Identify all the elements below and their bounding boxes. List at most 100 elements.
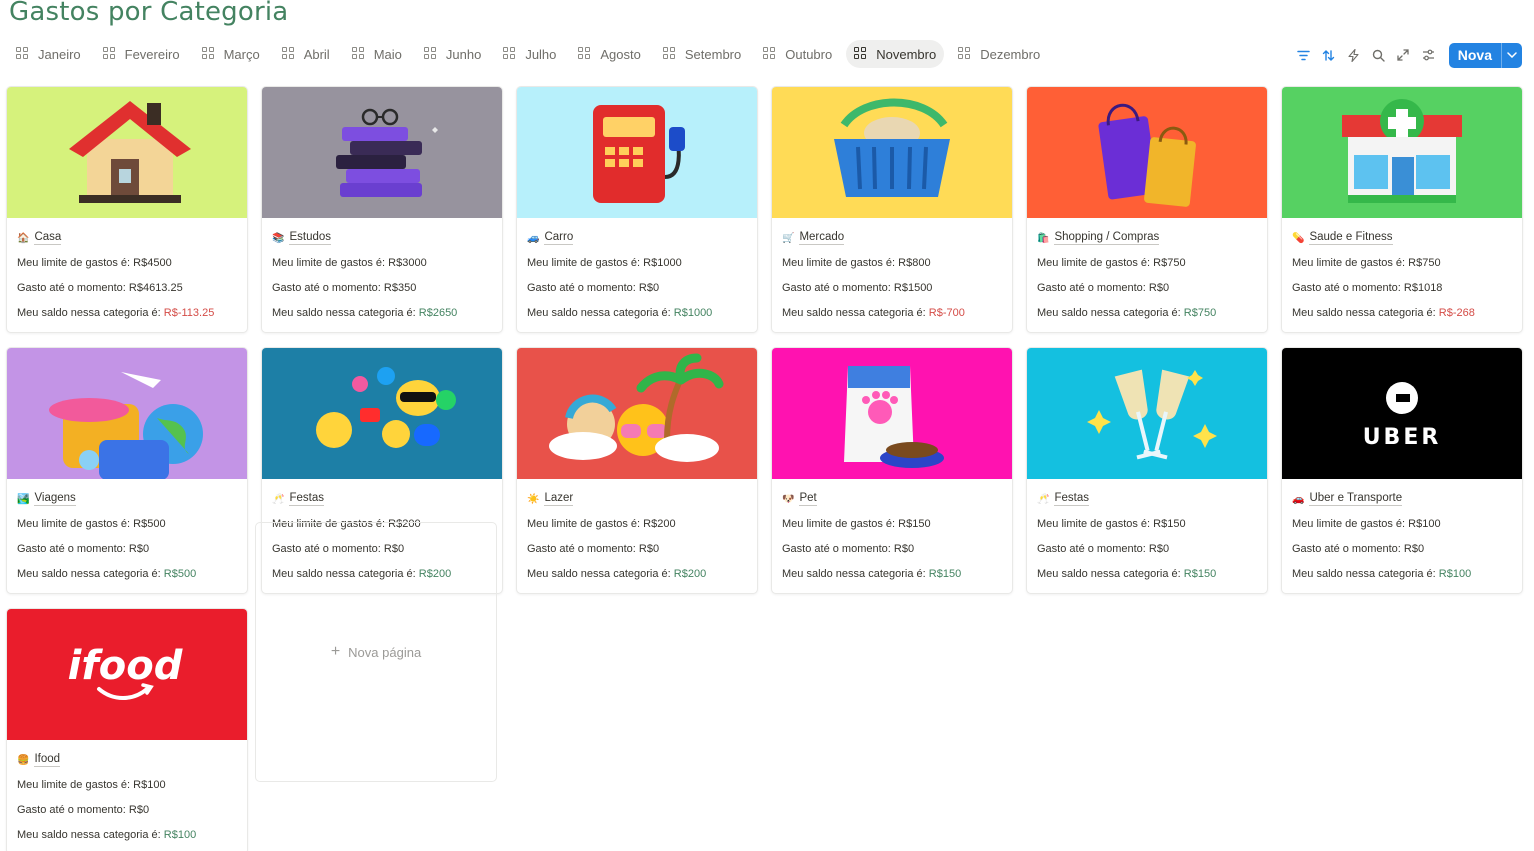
limit-label: Meu limite de gastos é: (1292, 518, 1409, 530)
limit-property: Meu limite de gastos é: R$100 (17, 779, 166, 791)
category-card[interactable]: ☀️ Lazer Meu limite de gastos é: R$200 Gast… (516, 347, 758, 594)
spent-label: Gasto até o momento: (17, 282, 129, 294)
category-card[interactable]: 🏠 Casa Meu limite de gastos é: R$4500 Gasto… (6, 86, 248, 333)
category-card[interactable]: 🚙 Carro Meu limite de gastos é: R$1000 Gast… (516, 86, 758, 333)
spent-label: Gasto até o momento: (1292, 282, 1404, 294)
card-cover-basket (772, 87, 1012, 218)
tab-março[interactable]: Março (194, 40, 268, 68)
petfood-illustration (844, 366, 944, 468)
spent-label: Gasto até o momento: (527, 543, 639, 555)
tab-novembro[interactable]: Novembro (846, 40, 945, 68)
tab-abril[interactable]: Abril (274, 40, 338, 68)
tab-fevereiro[interactable]: Fevereiro (95, 40, 188, 68)
category-emoji-icon: ☀️ (527, 493, 540, 505)
card-title[interactable]: 🐶 Pet (782, 492, 817, 506)
tab-outubro[interactable]: Outubro (755, 40, 840, 68)
new-button[interactable]: Nova (1448, 42, 1522, 68)
beach-illustration (549, 353, 724, 462)
tab-setembro[interactable]: Setembro (655, 40, 749, 68)
category-card[interactable]: 🐶 Pet Meu limite de gastos é: R$150 Gasto a… (771, 347, 1013, 594)
limit-value: R$1000 (643, 257, 682, 269)
card-title[interactable]: 🏞️ Viagens (17, 492, 76, 506)
category-card[interactable]: 🥂 Festas Meu limite de gastos é: R$150 Gast… (1026, 347, 1268, 594)
balance-property: Meu saldo nessa categoria é: R$-268 (1292, 307, 1475, 319)
settings-icon[interactable] (1416, 43, 1441, 67)
spent-value: R$0 (638, 543, 660, 555)
limit-value: R$4500 (133, 257, 172, 269)
limit-label: Meu limite de gastos é: (272, 257, 389, 269)
uber-illustration: UBER (1363, 382, 1438, 450)
limit-label: Meu limite de gastos é: (17, 257, 134, 269)
category-name: Ifood (34, 753, 61, 767)
expand-icon[interactable] (1391, 43, 1416, 67)
balance-value: R$-113.25 (163, 307, 215, 319)
card-title[interactable]: 📚 Estudos (272, 231, 332, 245)
new-button-label[interactable]: Nova (1449, 43, 1501, 68)
sort-icon[interactable] (1316, 43, 1341, 67)
category-card[interactable]: 🏞️ Viagens Meu limite de gastos é: R$500 Ga… (6, 347, 248, 594)
category-card[interactable]: UBER 🚗 Uber e Transporte Meu limite de gast… (1281, 347, 1523, 594)
card-title[interactable]: 🛒 Mercado (782, 231, 845, 245)
category-card[interactable]: ifood 🍔 Ifood Meu limite de gastos é: R$100… (6, 608, 248, 851)
limit-property: Meu limite de gastos é: R$150 (782, 518, 931, 530)
balance-label: Meu saldo nessa categoria é: (527, 568, 674, 580)
card-title[interactable]: 🥂 Festas (1037, 492, 1089, 506)
category-name: Carro (544, 231, 574, 245)
travel-illustration (49, 372, 203, 479)
tab-label: Agosto (600, 46, 641, 62)
automation-icon[interactable] (1341, 43, 1366, 67)
card-title[interactable]: ☀️ Lazer (527, 492, 574, 506)
social-illustration (316, 367, 456, 448)
chevron-down-icon[interactable] (1501, 42, 1522, 68)
gallery-view-icon (16, 47, 30, 61)
category-card[interactable]: 🛒 Mercado Meu limite de gastos é: R$800 Gas… (771, 86, 1013, 333)
filter-icon[interactable] (1291, 43, 1316, 67)
gallery-view-icon (662, 47, 677, 61)
new-page-card[interactable]: + Nova página (255, 522, 497, 782)
category-name: Viagens (34, 492, 76, 506)
balance-value: R$150 (1183, 568, 1217, 580)
tab-dezembro[interactable]: Dezembro (950, 40, 1048, 68)
gallery-view-icon (423, 47, 438, 61)
limit-property: Meu limite de gastos é: R$750 (1037, 257, 1186, 269)
search-icon[interactable] (1366, 43, 1391, 67)
tab-junho[interactable]: Junho (416, 40, 489, 68)
card-title[interactable]: 🛍️ Shopping / Compras (1037, 231, 1160, 245)
limit-property: Meu limite de gastos é: R$100 (1292, 518, 1441, 530)
tab-label: Junho (445, 46, 482, 62)
balance-label: Meu saldo nessa categoria é: (527, 307, 674, 319)
card-cover-pharmacy (1282, 87, 1522, 218)
category-emoji-icon: 🥂 (272, 493, 285, 505)
spent-property: Gasto até o momento: R$0 (17, 543, 149, 555)
card-title[interactable]: 🏠 Casa (17, 231, 62, 245)
category-card[interactable]: 📚 Estudos Meu limite de gastos é: R$3000 Ga… (261, 86, 503, 333)
limit-label: Meu limite de gastos é: (527, 257, 644, 269)
tab-janeiro[interactable]: Janeiro (8, 40, 89, 68)
card-title[interactable]: 💊 Saude e Fitness (1292, 231, 1393, 245)
tab-label: Março (223, 46, 260, 62)
category-card[interactable]: 🛍️ Shopping / Compras Meu limite de gastos… (1026, 86, 1268, 333)
gallery-view-icon (763, 47, 777, 61)
tab-julho[interactable]: Julho (495, 40, 564, 68)
limit-value: R$750 (1408, 257, 1441, 269)
card-title[interactable]: 🚙 Carro (527, 231, 574, 245)
card-cover-bags (1027, 87, 1267, 218)
card-title[interactable]: 🍔 Ifood (17, 753, 61, 767)
balance-property: Meu saldo nessa categoria é: R$150 (782, 568, 961, 580)
card-title[interactable]: 🥂 Festas (272, 492, 324, 506)
category-card[interactable]: 💊 Saude e Fitness Meu limite de gastos é: … (1281, 86, 1523, 333)
limit-value: R$500 (133, 518, 166, 530)
tab-agosto[interactable]: Agosto (570, 40, 648, 68)
card-title[interactable]: 🚗 Uber e Transporte (1292, 492, 1403, 506)
balance-value: R$200 (673, 568, 707, 580)
balance-label: Meu saldo nessa categoria é: (17, 829, 164, 841)
limit-label: Meu limite de gastos é: (782, 257, 899, 269)
spent-value: R$350 (383, 282, 417, 294)
category-emoji-icon: 🚙 (527, 232, 540, 244)
limit-property: Meu limite de gastos é: R$1000 (527, 257, 682, 269)
balance-property: Meu saldo nessa categoria é: R$750 (1037, 307, 1216, 319)
limit-value: R$750 (1153, 257, 1186, 269)
limit-label: Meu limite de gastos é: (527, 518, 644, 530)
limit-value: R$150 (898, 518, 931, 530)
tab-maio[interactable]: Maio (344, 40, 410, 68)
